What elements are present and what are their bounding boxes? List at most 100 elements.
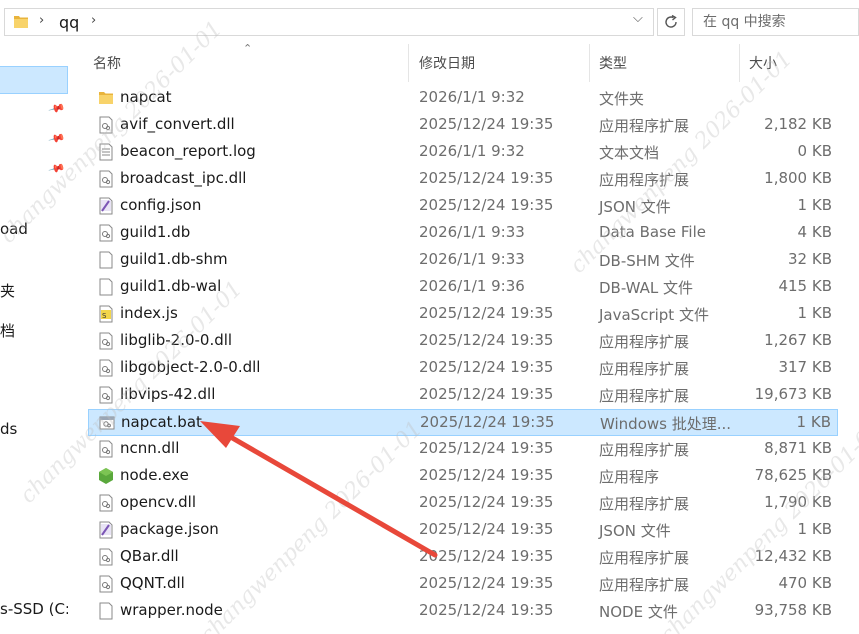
address-box[interactable]: › qq › ⌵: [4, 8, 654, 36]
file-date: 2025/12/24 19:35: [419, 547, 554, 565]
file-row[interactable]: config.json 2025/12/24 19:35 JSON 文件 1 KB: [88, 193, 838, 220]
file-type: 应用程序扩展: [599, 117, 690, 135]
address-dropdown-icon[interactable]: ⌵: [633, 11, 643, 26]
file-date: 2025/12/24 19:35: [419, 358, 554, 376]
file-size: 1 KB: [797, 196, 832, 214]
file-size: 1,800 KB: [764, 169, 832, 187]
column-header-bar: ⌃ 名称 修改日期 类型 大小: [68, 42, 859, 82]
refresh-button[interactable]: [657, 8, 685, 36]
file-row[interactable]: beacon_report.log 2026/1/1 9:32 文本文档 0 KB: [88, 139, 838, 166]
file-type: 应用程序扩展: [599, 549, 690, 567]
column-header-size[interactable]: 大小: [749, 53, 777, 73]
file-name: QBar.dll: [120, 547, 179, 565]
file-size: 78,625 KB: [754, 466, 832, 484]
file-date: 2026/1/1 9:33: [419, 250, 525, 268]
file-row[interactable]: guild1.db-wal 2026/1/1 9:36 DB-WAL 文件 415 K…: [88, 274, 838, 301]
file-type: 应用程序扩展: [599, 495, 690, 513]
file-date: 2025/12/24 19:35: [419, 601, 554, 619]
file-name: napcat: [120, 88, 172, 106]
json-file-icon: [99, 521, 113, 539]
file-name: QQNT.dll: [120, 574, 185, 592]
column-divider[interactable]: [589, 44, 590, 82]
file-row[interactable]: node.exe 2025/12/24 19:35 应用程序 78,625 KB: [88, 463, 838, 490]
file-date: 2025/12/24 19:35: [419, 493, 554, 511]
file-row[interactable]: package.json 2025/12/24 19:35 JSON 文件 1 KB: [88, 517, 838, 544]
file-size: 19,673 KB: [754, 385, 832, 403]
file-row[interactable]: libvips-42.dll 2025/12/24 19:35 应用程序扩展 19,6…: [88, 382, 838, 409]
file-row[interactable]: Sindex.js 2025/12/24 19:35 JavaScript 文件 1 …: [88, 301, 838, 328]
column-header-date[interactable]: 修改日期: [419, 53, 475, 73]
js-file-icon: S: [99, 305, 113, 323]
nav-item-documents[interactable]: 档: [0, 320, 15, 341]
nav-item-downloads[interactable]: oad: [0, 220, 28, 238]
search-input[interactable]: [693, 9, 858, 35]
dll-file-icon: [99, 332, 113, 350]
breadcrumb-separator[interactable]: ›: [39, 13, 44, 28]
file-name: libgobject-2.0-0.dll: [120, 358, 261, 376]
file-row[interactable]: napcat.bat 2025/12/24 19:35 Windows 批处理...…: [88, 409, 838, 436]
file-type: 应用程序扩展: [599, 171, 690, 189]
file-size: 4 KB: [797, 223, 832, 241]
file-row[interactable]: guild1.db 2026/1/1 9:33 Data Base File 4 KB: [88, 220, 838, 247]
file-type: 文件夹: [599, 90, 645, 108]
dll-file-icon: [99, 548, 113, 566]
file-type: DB-WAL 文件: [599, 279, 694, 297]
file-size: 8,871 KB: [764, 439, 832, 457]
pin-icon: 📌: [47, 159, 67, 178]
file-name: wrapper.node: [120, 601, 223, 619]
column-header-name[interactable]: 名称: [93, 53, 121, 73]
file-name: guild1.db-wal: [120, 277, 222, 295]
file-date: 2026/1/1 9:36: [419, 277, 525, 295]
file-date: 2025/12/24 19:35: [419, 196, 554, 214]
file-row[interactable]: libglib-2.0-0.dll 2025/12/24 19:35 应用程序扩展 1…: [88, 328, 838, 355]
file-name: guild1.db: [120, 223, 191, 241]
file-date: 2025/12/24 19:35: [420, 413, 555, 431]
file-name: index.js: [120, 304, 178, 322]
refresh-icon: [665, 14, 677, 28]
file-type: 应用程序: [599, 468, 660, 486]
dll-file-icon: [99, 440, 113, 458]
file-size: 1,267 KB: [764, 331, 832, 349]
nav-item-folder[interactable]: 夹: [0, 280, 15, 301]
file-date: 2025/12/24 19:35: [419, 304, 554, 322]
file-row[interactable]: napcat 2026/1/1 9:32 文件夹: [88, 85, 838, 112]
file-size: 32 KB: [788, 250, 832, 268]
column-header-type[interactable]: 类型: [599, 53, 627, 73]
breadcrumb-separator[interactable]: ›: [91, 13, 96, 28]
file-size: 0 KB: [797, 142, 832, 160]
file-row[interactable]: opencv.dll 2025/12/24 19:35 应用程序扩展 1,790 KB: [88, 490, 838, 517]
search-box[interactable]: [692, 8, 859, 36]
nav-item-downloads-2[interactable]: ds: [0, 420, 17, 438]
file-type: JSON 文件: [599, 522, 671, 540]
column-divider[interactable]: [408, 44, 409, 82]
file-type: DB-SHM 文件: [599, 252, 695, 270]
file-row[interactable]: avif_convert.dll 2025/12/24 19:35 应用程序扩展 2,…: [88, 112, 838, 139]
file-date: 2025/12/24 19:35: [419, 385, 554, 403]
file-name: config.json: [120, 196, 202, 214]
file-date: 2025/12/24 19:35: [419, 439, 554, 457]
file-name: libvips-42.dll: [120, 385, 216, 403]
file-name: package.json: [120, 520, 219, 538]
file-row[interactable]: ncnn.dll 2025/12/24 19:35 应用程序扩展 8,871 KB: [88, 436, 838, 463]
file-row[interactable]: wrapper.node 2025/12/24 19:35 NODE 文件 93,75…: [88, 598, 838, 625]
nav-item-drive-c[interactable]: s-SSD (C:): [0, 600, 68, 618]
file-row[interactable]: broadcast_ipc.dll 2025/12/24 19:35 应用程序扩展 1…: [88, 166, 838, 193]
file-size: 415 KB: [778, 277, 832, 295]
folder-icon: [99, 92, 113, 104]
column-divider[interactable]: [739, 44, 740, 82]
file-size: 1,790 KB: [764, 493, 832, 511]
file-size: 93,758 KB: [754, 601, 832, 619]
file-row[interactable]: guild1.db-shm 2026/1/1 9:33 DB-SHM 文件 32 KB: [88, 247, 838, 274]
file-size: 1 KB: [797, 520, 832, 538]
file-type: 应用程序扩展: [599, 333, 690, 351]
nav-item-selected[interactable]: [0, 66, 68, 94]
file-row[interactable]: QQNT.dll 2025/12/24 19:35 应用程序扩展 470 KB: [88, 571, 838, 598]
dll-file-icon: [99, 224, 113, 242]
file-row[interactable]: QBar.dll 2025/12/24 19:35 应用程序扩展 12,432 KB: [88, 544, 838, 571]
breadcrumb-qq[interactable]: qq: [59, 13, 79, 32]
file-row[interactable]: libgobject-2.0-0.dll 2025/12/24 19:35 应用程序…: [88, 355, 838, 382]
file-name: guild1.db-shm: [120, 250, 228, 268]
file-name: broadcast_ipc.dll: [120, 169, 247, 187]
file-date: 2025/12/24 19:35: [419, 574, 554, 592]
file-name: napcat.bat: [121, 413, 202, 431]
